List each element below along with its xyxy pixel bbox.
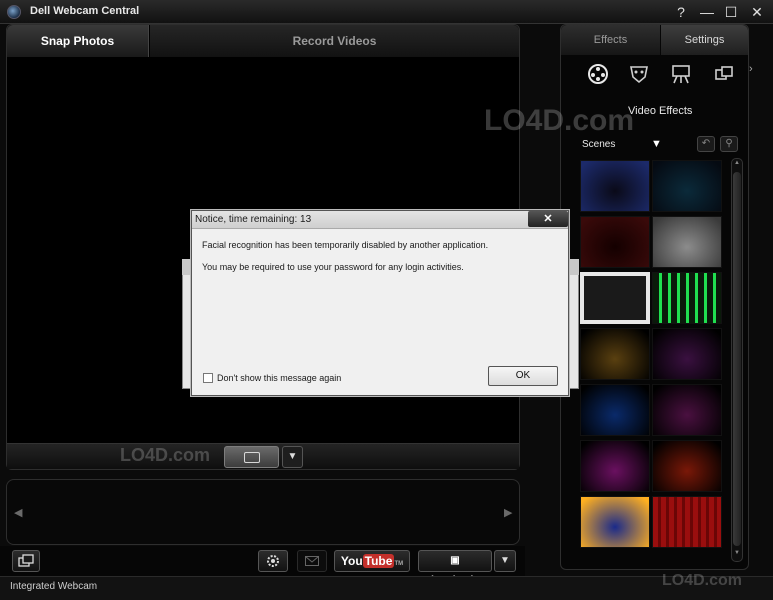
- view-gallery-button[interactable]: [12, 550, 40, 572]
- scene-thumbnail-photo-frame[interactable]: [580, 272, 650, 324]
- status-text: Integrated Webcam: [10, 581, 98, 592]
- scene-thumbnail-gold-glow[interactable]: [580, 328, 650, 380]
- status-bar: [0, 576, 773, 600]
- scenes-dropdown-arrow[interactable]: ▼: [651, 138, 662, 150]
- easel-icon: [672, 65, 690, 84]
- tab-effects[interactable]: Effects: [561, 25, 660, 55]
- scene-thumbnail-party[interactable]: [580, 160, 650, 212]
- email-button[interactable]: [297, 550, 327, 572]
- window-title: Dell Webcam Central: [30, 5, 140, 17]
- avatar-mask-button[interactable]: [626, 63, 652, 89]
- close-window-button[interactable]: ✕: [748, 3, 766, 21]
- effects-reel-icon[interactable]: [585, 63, 611, 89]
- photobucket-camera-icon: ▣: [450, 555, 460, 566]
- overlay-frames-button[interactable]: [711, 63, 737, 89]
- webcam-app-icon: [7, 5, 21, 19]
- dont-show-again-label[interactable]: Don't show this message again: [217, 373, 341, 383]
- scroll-up-arrow[interactable]: ▲: [733, 160, 741, 166]
- minimize-button[interactable]: —: [698, 3, 716, 21]
- app-window: Dell Webcam Central ? — ☐ ✕ Snap Photos …: [0, 0, 773, 600]
- youtube-tube-text: Tube: [362, 554, 395, 568]
- ok-button[interactable]: OK: [488, 366, 558, 386]
- notice-message-facial-recognition: Facial recognition has been temporarily …: [202, 240, 489, 250]
- scene-thumbnail-party-lights[interactable]: [580, 216, 650, 268]
- scene-thumbnail-pink-night[interactable]: [580, 440, 650, 492]
- youtube-tm-text: TM: [394, 561, 404, 567]
- camera-icon: [244, 452, 260, 463]
- watermark-logo: LO4D.com: [120, 445, 211, 465]
- scene-thumbnail-red-curtain-stage[interactable]: [652, 496, 722, 548]
- tab-snap-photos[interactable]: Snap Photos: [7, 25, 149, 57]
- scene-thumbnail-moon-stage[interactable]: [652, 328, 722, 380]
- film-reel-icon: [588, 64, 608, 84]
- youtube-you-text: You: [340, 554, 363, 568]
- effects-more-arrow[interactable]: ›: [749, 63, 753, 75]
- frames-icon: [715, 66, 733, 80]
- gear-icon: [267, 555, 279, 567]
- mask-icon: [630, 66, 648, 84]
- snap-photo-button[interactable]: [224, 446, 279, 468]
- notice-close-button[interactable]: ✕: [528, 211, 568, 227]
- scene-thumbnail-city-night[interactable]: [652, 160, 722, 212]
- scene-thumbnail-blue-stage[interactable]: [580, 384, 650, 436]
- watermark-logo-top: LO4D.com: [484, 104, 635, 137]
- youtube-upload-button[interactable]: You Tube TM: [334, 550, 410, 572]
- notice-message-password: You may be required to use your password…: [202, 262, 464, 272]
- notice-title: Notice, time remaining: 13: [195, 214, 312, 225]
- scene-thumbnail-theater-curtain[interactable]: [652, 216, 722, 268]
- gallery-next-button[interactable]: ▶: [504, 506, 512, 519]
- scenes-scroll-thumb[interactable]: [733, 172, 741, 546]
- scene-thumbnail-purple-stage[interactable]: [652, 384, 722, 436]
- capture-mode-dropdown[interactable]: ▼: [282, 446, 303, 468]
- undo-effect-button[interactable]: ↶: [697, 136, 715, 152]
- scene-thumbnail-planet[interactable]: [580, 496, 650, 548]
- maximize-button[interactable]: ☐: [722, 3, 740, 21]
- scroll-down-arrow[interactable]: ▼: [733, 550, 741, 556]
- watermark-logo-corner: LO4D.com: [662, 572, 743, 589]
- scene-thumbnail-neon-bars[interactable]: [652, 272, 722, 324]
- gallery-windows-icon: [18, 554, 34, 567]
- video-effects-heading: Video Effects: [628, 105, 693, 117]
- scene-thumbnail-red-city[interactable]: [652, 440, 722, 492]
- share-options-dropdown[interactable]: ▼: [494, 550, 516, 572]
- pin-effect-button[interactable]: ⚲: [720, 136, 738, 152]
- settings-gear-button[interactable]: [258, 550, 288, 572]
- envelope-icon: [305, 556, 319, 566]
- tab-settings[interactable]: Settings: [661, 25, 748, 55]
- gallery-prev-button[interactable]: ◀: [14, 506, 22, 519]
- scenes-category-label: Scenes: [582, 139, 616, 150]
- photobucket-upload-button[interactable]: ▣ photobucket: [418, 550, 492, 586]
- tab-record-videos[interactable]: Record Videos: [150, 25, 519, 57]
- dont-show-again-checkbox[interactable]: [203, 373, 213, 383]
- scene-easel-button[interactable]: [668, 63, 694, 89]
- help-button[interactable]: ?: [672, 3, 690, 21]
- photo-gallery-strip: [6, 479, 520, 545]
